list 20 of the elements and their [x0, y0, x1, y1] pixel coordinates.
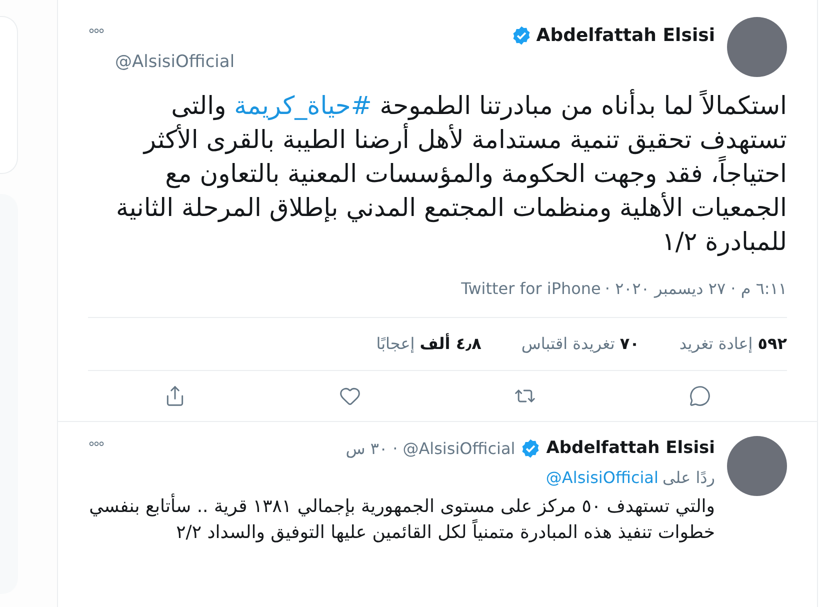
reply-text: والتي تستهدف ٥٠ مركز على مستوى الجمهورية بإجمالي ١٣٨١ قرية .. سأتابع بنفسي خطوات تنفيذ هذه المبادرة متمنياً لكل القائمين عليها التوفيق والسداد ٢/٢ [88, 494, 715, 544]
author-name[interactable]: Abdelfattah Elsisi [536, 22, 715, 49]
author-handle[interactable]: @AlsisiOfficial [402, 436, 516, 461]
reply-icon[interactable] [688, 385, 711, 407]
mention-link[interactable]: @AlsisiOfficial [546, 466, 658, 490]
author-handle[interactable]: @AlsisiOfficial [115, 50, 715, 76]
tweet-timestamp[interactable]: ٦:١١ م · ٢٧ ديسمبر ٢٠٢٠ · [604, 277, 787, 301]
separator-dot: · [392, 438, 398, 460]
replying-to-label: ردًا على [662, 466, 715, 489]
reply-time[interactable]: ٣٠ س [346, 436, 388, 461]
author-name[interactable]: Abdelfattah Elsisi [546, 436, 715, 462]
more-icon[interactable]: °°° [88, 438, 103, 460]
stat-link[interactable]: ٥٩٢ إعادة تغريد [679, 332, 787, 356]
hashtag-link[interactable]: #حياة_كريمة [234, 91, 372, 120]
more-icon[interactable]: °°° [88, 17, 103, 46]
like-icon[interactable] [339, 385, 362, 407]
stat-link[interactable]: ٧٠ تغريدة اقتباس [521, 332, 640, 356]
tweet-text: استكمالاً لما بدأناه من مبادرتنا الطموحة #حياة_كريمة والتى تستهدف تحقيق تنمية مستدامة لأهل أرضنا الطيبة بالقرى الأكثر احتياجاً، فقد وجهت الحكومة والمؤسسات المعنية بالتعاون مع الجمعيات الأهلية ومنظمات المجتمع المدني بإطلاق المرحلة الثانية للمبادرة ١/٢ [114, 89, 787, 258]
tweet-source[interactable]: Twitter for iPhone [461, 277, 601, 301]
stat-link[interactable]: ٤٫٨ ألف إعجابًا [376, 332, 482, 356]
